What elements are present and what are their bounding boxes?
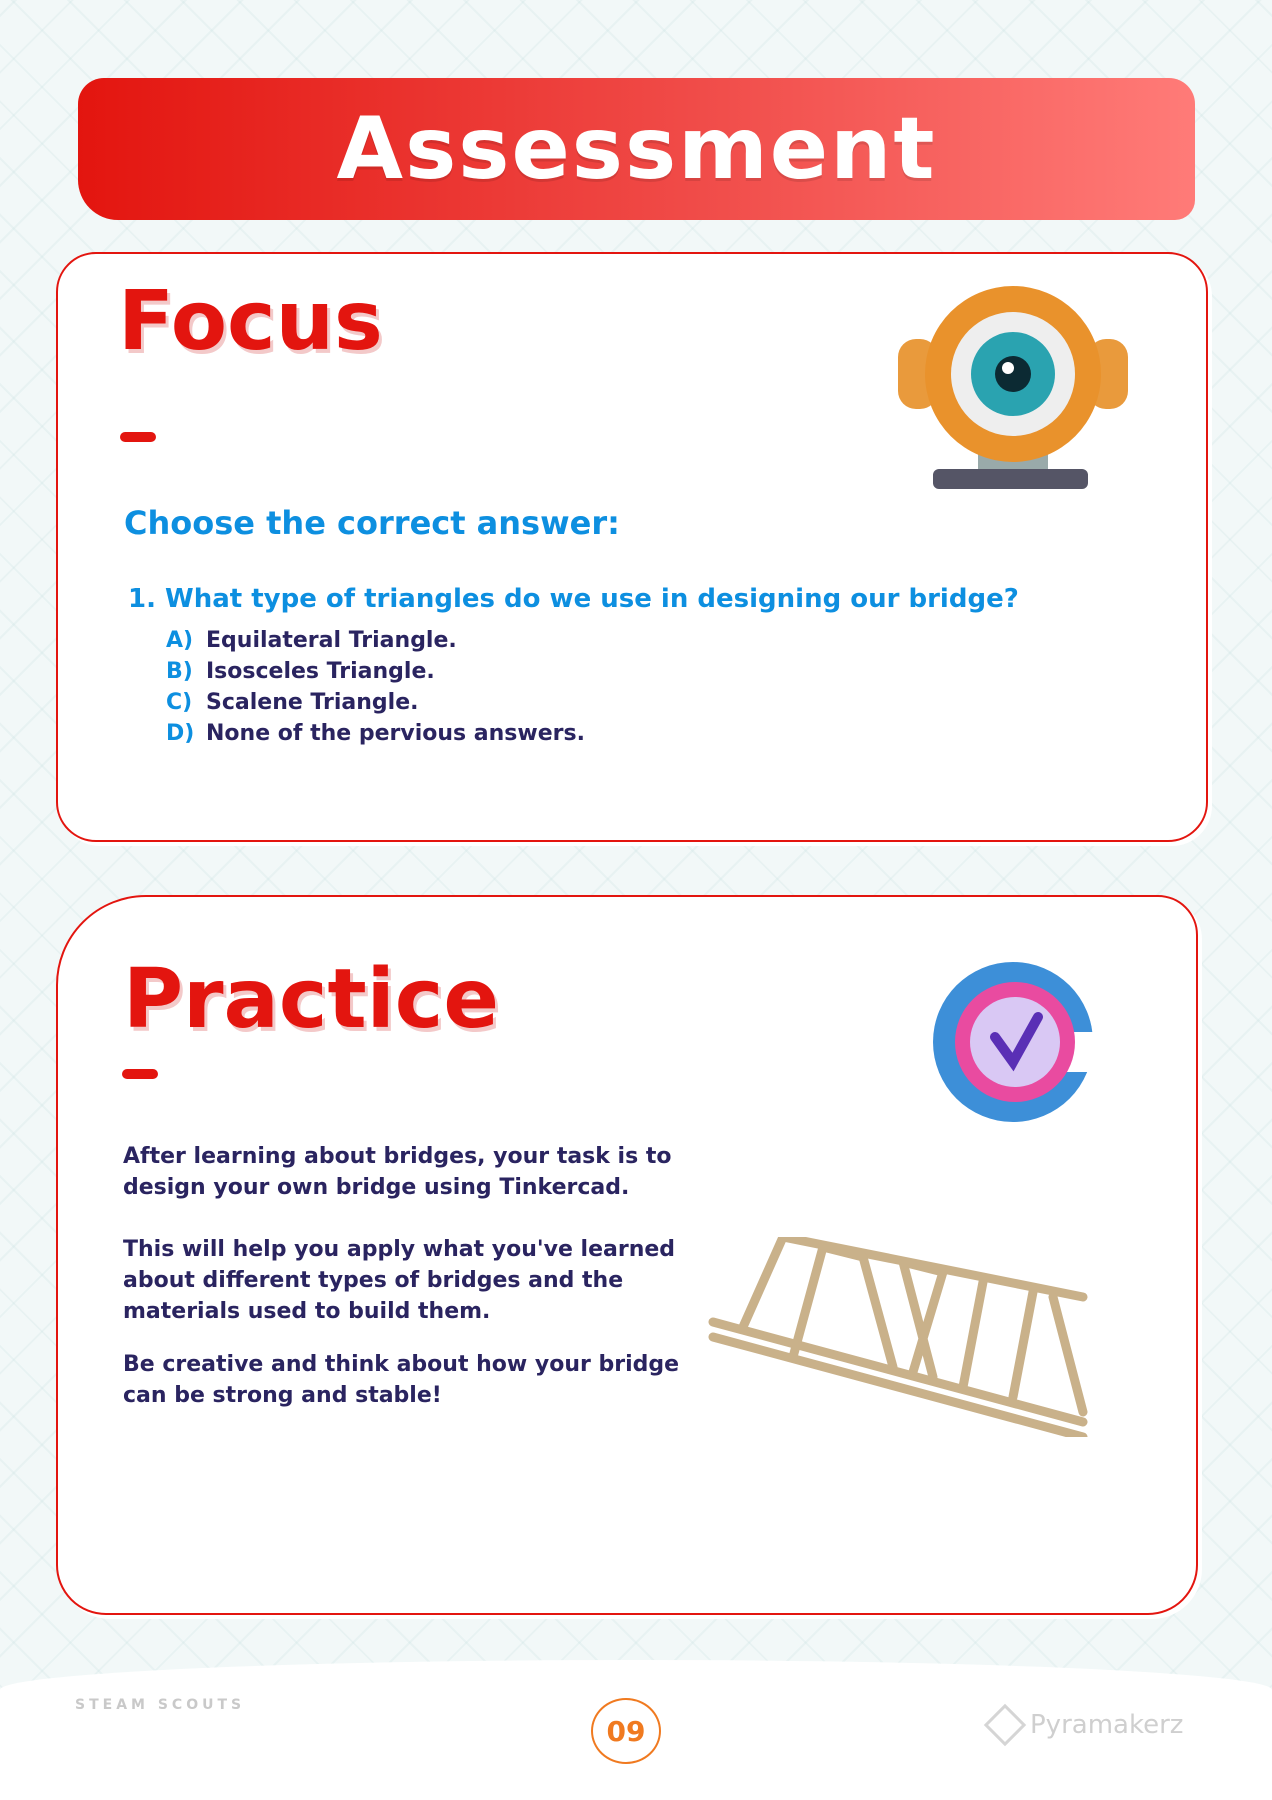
pyramid-icon [983,1703,1027,1747]
instruction: Choose the correct answer: [124,504,620,542]
option-a[interactable]: A) Equilateral Triangle. [166,628,457,653]
page-number: 09 [591,1698,661,1764]
practice-title: Practice [123,952,500,1047]
practice-card: Practice After learning about bridges, y… [56,895,1198,1615]
eye-robot-icon [898,286,1128,489]
paragraph-3: Be creative and think about how your bri… [123,1352,680,1408]
focus-card: Focus Choose the correct answer: 1. What… [56,252,1208,842]
paragraph-1: After learning about bridges, your task … [123,1144,672,1200]
title-underline [120,432,156,442]
focus-title: Focus [118,274,383,369]
steam-scouts-logo: STEAM SCOUTS [75,1697,246,1713]
question: 1. What type of triangles do we use in d… [128,584,1019,614]
pyramakerz-logo: Pyramakerz [983,1703,1183,1747]
header-banner: Assessment [78,78,1195,220]
title-underline [122,1069,158,1079]
footer: STEAM SCOUTS 09 Pyramakerz [0,1660,1272,1800]
option-b[interactable]: B) Isosceles Triangle. [166,659,435,684]
option-c[interactable]: C) Scalene Triangle. [166,690,419,715]
clock-check-icon [933,962,1098,1122]
paragraph-2: This will help you apply what you've lea… [123,1237,676,1324]
bridge-model-image [708,1237,1088,1437]
page-title: Assessment [336,99,937,199]
option-d[interactable]: D) None of the pervious answers. [166,721,585,746]
